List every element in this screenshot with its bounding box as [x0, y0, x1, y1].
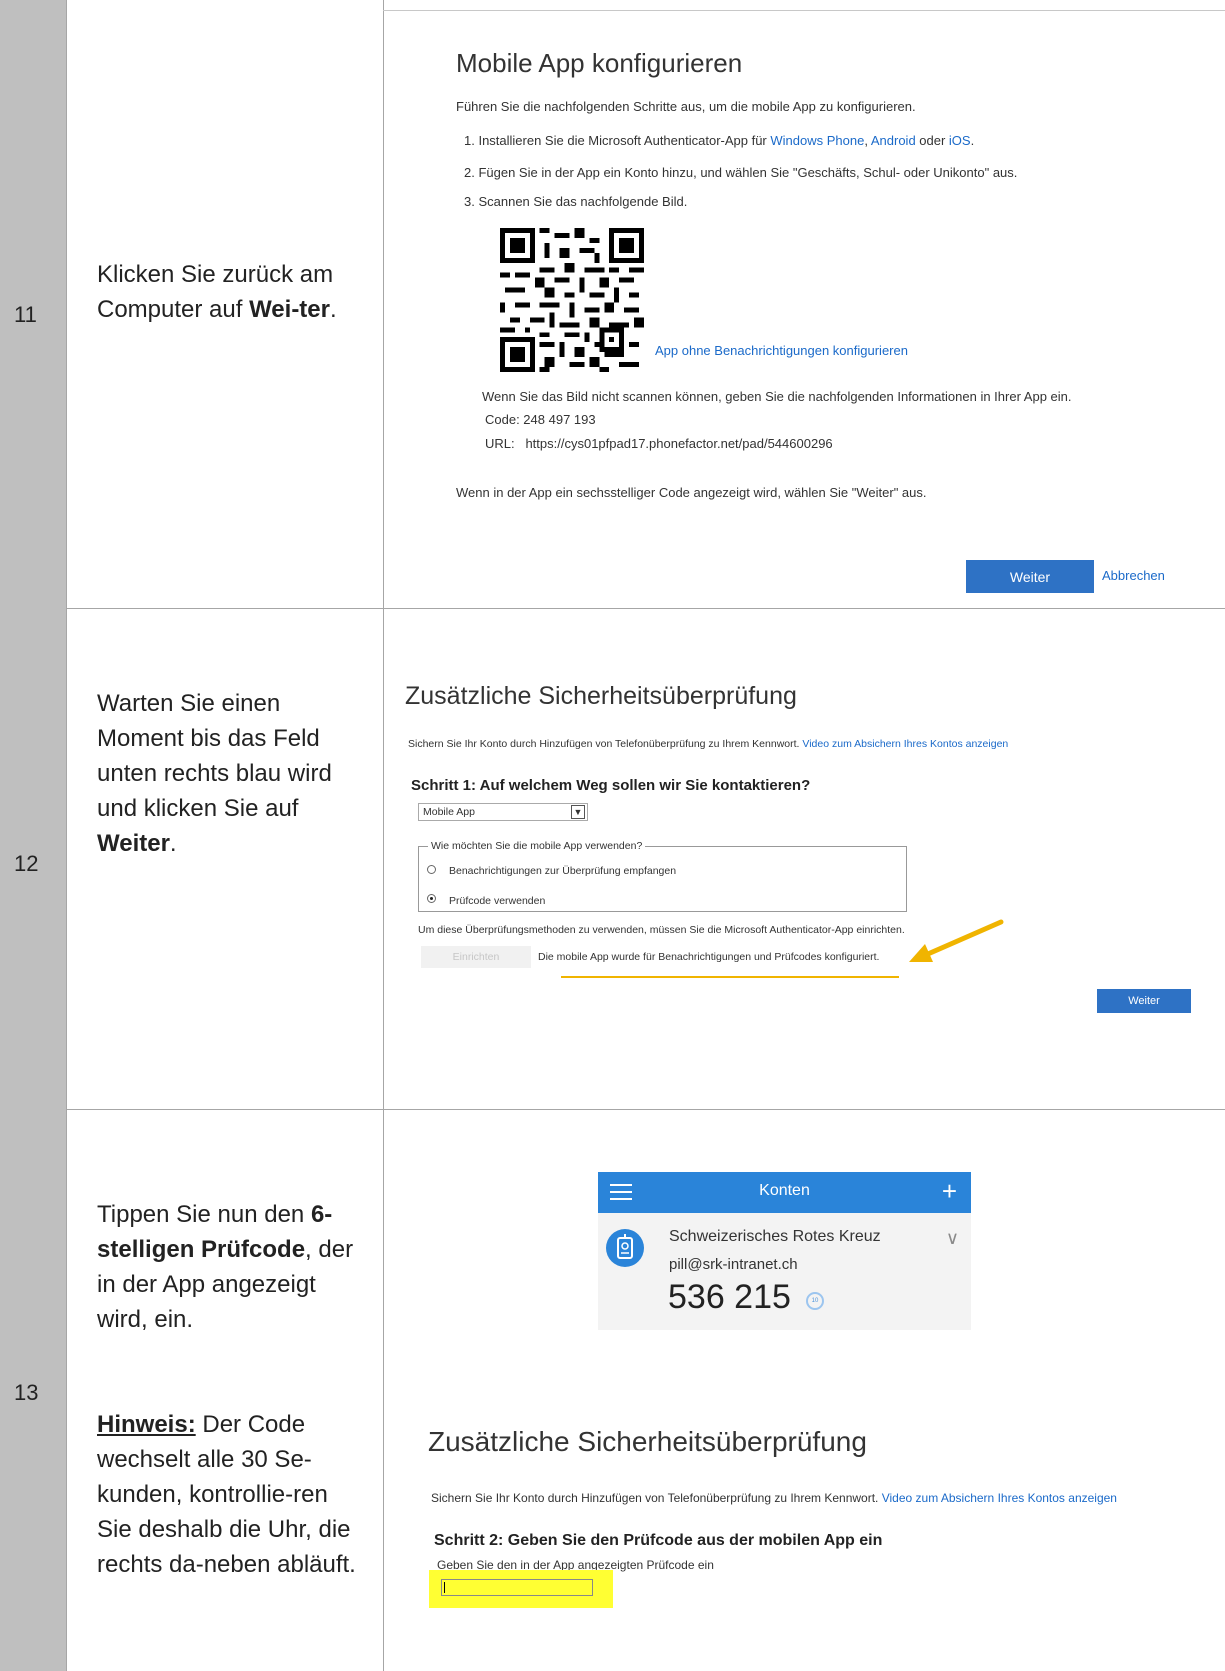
intro-text: Führen Sie die nachfolgenden Schritte au… — [456, 99, 916, 114]
dialog-title: Zusätzliche Sicherheitsüberprüfung — [428, 1426, 867, 1457]
arrow-icon — [909, 919, 1004, 962]
dialog-title: Zusätzliche Sicherheitsüberprüfung — [405, 682, 797, 710]
step-instruction: Klicken Sie zurück am Computer auf Wei-t… — [97, 257, 357, 327]
step-3-text: 3. Scannen Sie das nachfolgende Bild. — [464, 194, 688, 209]
configured-status-text: Die mobile App wurde für Benachrichtigun… — [538, 951, 880, 963]
step-number: 12 — [14, 851, 39, 876]
step-heading: Schritt 1: Auf welchem Weg sollen wir Si… — [411, 777, 811, 794]
instruction-text: Warten Sie einen Moment bis das Feld unt… — [97, 690, 332, 822]
account-badge-icon — [606, 1229, 644, 1267]
account-org: Schweizerisches Rotes Kreuz — [669, 1228, 881, 1245]
chevron-down-icon[interactable]: ▼ — [571, 805, 585, 819]
intro-text: Sichern Sie Ihr Konto durch Hinzufügen v… — [431, 1491, 1117, 1505]
step-heading: Schritt 2: Geben Sie den Prüfcode aus de… — [434, 1532, 883, 1549]
select-value: Mobile App — [423, 806, 475, 818]
note-label: Hinweis: — [97, 1411, 196, 1438]
abbrechen-link[interactable]: Abbrechen — [1102, 568, 1165, 583]
radio-verification-code[interactable] — [427, 894, 436, 903]
android-link[interactable]: Android — [871, 133, 916, 148]
authenticator-app-screenshot: Konten + Schweizerisches Rotes Kreuz pil… — [598, 1172, 971, 1330]
instruction-text: . — [169, 830, 177, 857]
dialog-title: Mobile App konfigurieren — [456, 48, 743, 78]
chevron-down-icon[interactable]: ∨ — [946, 1228, 959, 1249]
column-divider — [66, 0, 67, 1671]
weiter-button[interactable]: Weiter — [966, 560, 1094, 593]
windows-phone-link[interactable]: Windows Phone — [770, 133, 864, 148]
step-1-text: 1. Installieren Sie die Microsoft Authen… — [464, 133, 975, 148]
screenshot-top-border — [383, 10, 1225, 11]
intro-text: Sichern Sie Ihr Konto durch Hinzufügen v… — [408, 738, 1009, 750]
step-number: 11 — [14, 302, 37, 327]
instruction-text: Tippen Sie nun den — [97, 1201, 311, 1228]
step-instruction: Tippen Sie nun den 6-stelligen Prüfcode,… — [97, 1197, 357, 1337]
verification-code-input[interactable] — [441, 1579, 593, 1596]
radio-notifications[interactable] — [427, 865, 436, 874]
video-link[interactable]: Video zum Absichern Ihres Kontos anzeige… — [802, 738, 1008, 750]
step-number: 13 — [14, 1380, 39, 1405]
weiter-button[interactable]: Weiter — [1097, 989, 1191, 1013]
six-digit-text: Wenn in der App ein sechsstelliger Code … — [456, 485, 927, 500]
row-divider — [66, 1109, 1225, 1110]
no-scan-text: Wenn Sie das Bild nicht scannen können, … — [482, 389, 1072, 404]
ios-link[interactable]: iOS — [949, 133, 971, 148]
column-divider — [383, 0, 384, 1671]
video-link[interactable]: Video zum Absichern Ihres Kontos anzeige… — [882, 1491, 1117, 1505]
app-title: Konten — [759, 1182, 810, 1199]
step-2-text: 2. Fügen Sie in der App ein Konto hinzu,… — [464, 165, 1018, 180]
qr-code — [500, 228, 644, 372]
add-account-icon[interactable]: + — [942, 1176, 957, 1206]
einrichten-button[interactable]: Einrichten — [421, 946, 531, 968]
countdown-timer-icon: 10 — [806, 1292, 824, 1310]
contact-method-select[interactable]: Mobile App ▼ — [418, 803, 588, 821]
configure-without-notifications-link[interactable]: App ohne Benachrichtigungen konfiguriere… — [655, 343, 908, 358]
option-notifications-label: Benachrichtigungen zur Überprüfung empfa… — [449, 865, 677, 877]
highlight-box — [429, 1570, 613, 1608]
instruction-bold: Weiter — [97, 830, 170, 857]
instruction-text: . — [329, 296, 337, 323]
account-email: pill@srk-intranet.ch — [669, 1256, 798, 1273]
instruction-bold: Wei-ter — [249, 296, 330, 323]
app-title-bar: Konten + — [598, 1172, 971, 1213]
step-note: Hinweis: Der Code wechselt alle 30 Se-ku… — [97, 1407, 357, 1582]
code-line: Code: 248 497 193 — [485, 412, 596, 427]
number-column — [0, 0, 66, 1671]
option-verification-code-label: Prüfcode verwenden — [449, 895, 546, 907]
url-line: URL: https://cys01pfpad17.phonefactor.ne… — [485, 436, 833, 451]
fieldset-legend: Wie möchten Sie die mobile App verwenden… — [428, 840, 646, 852]
row-divider — [66, 608, 1225, 609]
step-instruction: Warten Sie einen Moment bis das Feld unt… — [97, 686, 357, 861]
verification-code: 536 215 — [668, 1278, 791, 1316]
highlight-underline — [561, 976, 899, 978]
requirement-text: Um diese Überprüfungsmethoden zu verwend… — [418, 924, 905, 936]
